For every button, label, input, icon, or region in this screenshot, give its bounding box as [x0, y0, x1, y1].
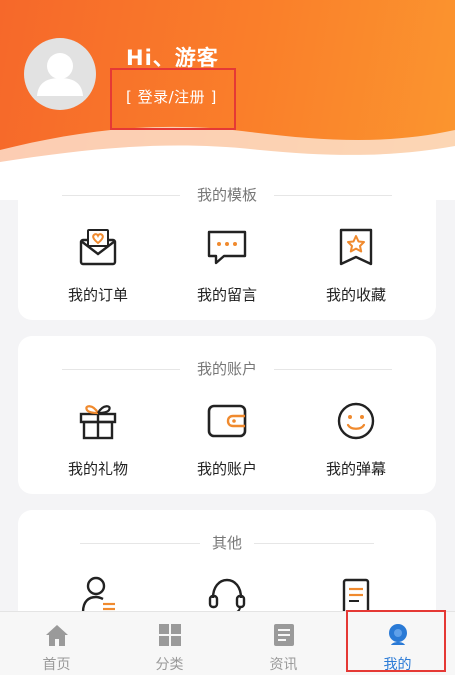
- chat-bubble-icon: [207, 230, 247, 265]
- section-card-account: 我的账户 我的礼物 我的账户 我的弹幕: [18, 336, 436, 494]
- bottom-tab-bar: 首页 分类 资讯 我的: [0, 611, 455, 675]
- tab-mine[interactable]: 我的: [341, 612, 454, 675]
- my-danmaku-item[interactable]: 我的弹幕: [296, 398, 416, 479]
- my-orders-item[interactable]: 我的订单: [38, 224, 158, 305]
- tab-label: 首页: [42, 657, 71, 673]
- section-title: 我的模板: [18, 184, 436, 205]
- tab-category[interactable]: 分类: [113, 612, 226, 675]
- gift-icon: [79, 405, 117, 440]
- my-favorites-item[interactable]: 我的收藏: [296, 224, 416, 305]
- item-label: 我的订单: [67, 286, 128, 304]
- home-icon: [45, 625, 68, 646]
- wallet-icon: [207, 404, 247, 438]
- section-title: 我的账户: [18, 358, 436, 379]
- smiley-icon: [337, 402, 375, 440]
- greeting-text: Hi、游客: [126, 46, 219, 70]
- my-messages-item[interactable]: 我的留言: [167, 224, 287, 305]
- tab-label: 我的: [383, 657, 412, 673]
- news-icon: [273, 624, 294, 646]
- section-card-templates: 我的模板 我的订单 我的留言 我的收藏: [18, 172, 436, 320]
- bookmark-star-icon: [339, 228, 373, 266]
- login-register-link[interactable]: [ 登录/注册 ]: [126, 86, 217, 107]
- avatar[interactable]: [24, 38, 96, 110]
- grid-icon: [158, 624, 181, 646]
- item-label: 我的礼物: [67, 460, 128, 478]
- tab-label: 分类: [155, 657, 184, 673]
- item-label: 我的账户: [196, 460, 257, 478]
- tab-news[interactable]: 资讯: [227, 612, 340, 675]
- section-title: 其他: [18, 532, 436, 553]
- my-gifts-item[interactable]: 我的礼物: [38, 398, 158, 479]
- item-label: 我的留言: [196, 286, 257, 304]
- item-label: 我的弹幕: [325, 460, 386, 478]
- envelope-heart-icon: [79, 229, 117, 266]
- item-label: 我的收藏: [325, 286, 386, 304]
- my-account-item[interactable]: 我的账户: [167, 398, 287, 479]
- default-avatar-icon: [37, 53, 83, 96]
- profile-icon: [388, 624, 407, 645]
- tab-home[interactable]: 首页: [0, 612, 113, 675]
- tab-label: 资讯: [269, 657, 298, 673]
